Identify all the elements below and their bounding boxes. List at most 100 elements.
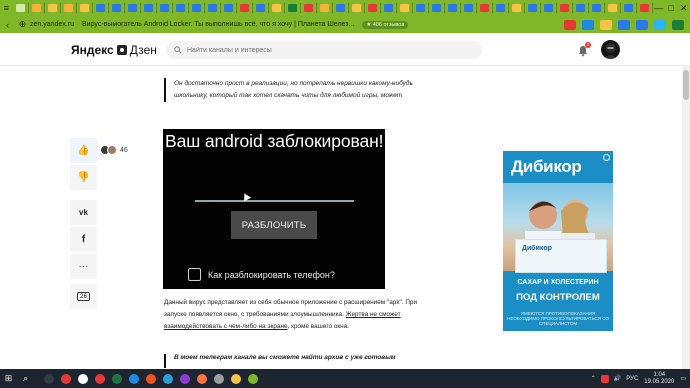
browser-menu-icon[interactable]: ≡ <box>0 3 13 13</box>
share-vk-button[interactable]: vk <box>70 200 97 225</box>
taskbar-app-icon[interactable] <box>227 369 244 388</box>
search-box[interactable] <box>166 41 482 59</box>
tab-favicon-icon <box>175 4 185 12</box>
ad-banner[interactable]: Дибикор Дибикор САХАР И ХОЛЕСТЕРИН ПОД К… <box>503 151 613 331</box>
browser-tab[interactable] <box>557 0 572 16</box>
extension-icon[interactable] <box>654 19 666 30</box>
back-icon[interactable]: ‹ <box>0 20 15 30</box>
browser-tab[interactable] <box>573 0 588 16</box>
page-scrollbar[interactable] <box>682 66 690 369</box>
extension-icon[interactable] <box>672 19 684 30</box>
browser-tab[interactable] <box>221 0 236 16</box>
browser-tab[interactable] <box>141 0 156 16</box>
browser-tab[interactable] <box>541 0 556 16</box>
minimize-icon[interactable]: — <box>653 3 666 13</box>
browser-tab[interactable] <box>605 0 620 16</box>
browser-tab[interactable] <box>381 0 396 16</box>
browser-tab[interactable] <box>397 0 412 16</box>
notifications-center-icon[interactable]: ▭ <box>680 375 686 382</box>
browser-tab[interactable] <box>429 0 444 16</box>
address-domain[interactable]: zen.yandex.ru <box>30 21 82 28</box>
likes-summary[interactable]: 46 <box>100 145 128 155</box>
ad-info-icon[interactable] <box>603 154 610 161</box>
browser-tab[interactable] <box>301 0 316 16</box>
taskbar-app-icon[interactable] <box>91 369 108 388</box>
clock-date: 19.05.2020 <box>644 378 675 385</box>
browser-tab[interactable] <box>509 0 524 16</box>
extension-icon[interactable] <box>600 19 612 30</box>
extension-icon[interactable] <box>582 19 594 30</box>
windows-start-icon[interactable]: ⊞ <box>0 369 17 388</box>
taskbar-app-icon[interactable] <box>108 369 125 388</box>
browser-tab[interactable] <box>61 0 76 16</box>
reviews-pill[interactable]: ★ 486 отзывов <box>362 20 409 29</box>
maximize-icon[interactable]: □ <box>665 3 678 13</box>
taskbar-app-icon[interactable] <box>193 369 210 388</box>
antivirus-tray-icon[interactable] <box>600 374 609 383</box>
browser-tab[interactable] <box>77 0 92 16</box>
extension-icon[interactable] <box>618 19 630 30</box>
thumbs-down-icon: 👎 <box>77 172 90 183</box>
taskbar-app-icon[interactable] <box>244 369 261 388</box>
lock-icon[interactable]: ⊕ <box>15 19 30 30</box>
like-button[interactable]: 👍 <box>70 138 97 163</box>
volume-icon[interactable]: 🔊 <box>614 375 621 382</box>
browser-tab[interactable] <box>333 0 348 16</box>
more-dots-icon: ··· <box>78 261 89 272</box>
browser-tab[interactable] <box>413 0 428 16</box>
browser-tab[interactable] <box>253 0 268 16</box>
browser-tab[interactable] <box>365 0 380 16</box>
browser-tab[interactable] <box>477 0 492 16</box>
browser-tab[interactable] <box>29 0 44 16</box>
browser-tab[interactable] <box>637 0 652 16</box>
browser-tab[interactable] <box>493 0 508 16</box>
browser-tab[interactable] <box>109 0 124 16</box>
browser-tab[interactable] <box>525 0 540 16</box>
browser-tab[interactable] <box>13 0 28 16</box>
browser-tab[interactable] <box>589 0 604 16</box>
browser-tab[interactable] <box>621 0 636 16</box>
browser-tab[interactable] <box>173 0 188 16</box>
taskbar-app-icon[interactable] <box>125 369 142 388</box>
tray-expand-icon[interactable]: ⌃ <box>591 375 596 382</box>
browser-tab[interactable] <box>45 0 60 16</box>
browser-tab[interactable] <box>205 0 220 16</box>
comments-button[interactable]: 26 <box>70 284 97 309</box>
taskbar-app-icon[interactable] <box>210 369 227 388</box>
browser-tab[interactable] <box>285 0 300 16</box>
taskbar-app-icon[interactable] <box>74 369 91 388</box>
browser-tab[interactable] <box>269 0 284 16</box>
browser-tab[interactable] <box>157 0 172 16</box>
bell-icon[interactable]: 5 <box>577 42 591 57</box>
paragraph-text-end: , кроме вашего окна. <box>287 323 350 330</box>
app-glyph-icon <box>128 373 139 384</box>
browser-tab[interactable] <box>461 0 476 16</box>
more-button[interactable]: ··· <box>70 254 97 279</box>
browser-tab[interactable] <box>349 0 364 16</box>
app-glyph-icon <box>145 373 156 384</box>
extension-icon[interactable] <box>564 19 576 30</box>
scrollbar-thumb[interactable] <box>683 70 689 100</box>
dislike-button[interactable]: 👎 <box>70 165 97 190</box>
taskbar-app-icon[interactable] <box>159 369 176 388</box>
close-icon[interactable]: ✕ <box>678 3 690 14</box>
search-input[interactable] <box>187 46 467 54</box>
address-page-title[interactable]: Вирус-вымогатель Android Locker. Ты выпо… <box>82 21 354 28</box>
browser-tab[interactable] <box>125 0 140 16</box>
browser-tab[interactable] <box>189 0 204 16</box>
search-taskbar-icon[interactable]: ⌕ <box>17 369 34 388</box>
taskbar-app-icon[interactable] <box>142 369 159 388</box>
user-avatar[interactable] <box>601 40 620 59</box>
taskbar-app-icon[interactable] <box>57 369 74 388</box>
clock[interactable]: 1:04 19.05.2020 <box>644 372 674 386</box>
browser-tab[interactable] <box>317 0 332 16</box>
extension-icon[interactable] <box>636 19 648 30</box>
taskbar-app-icon[interactable] <box>40 369 57 388</box>
zen-logo[interactable]: Яндекс Дзен <box>71 43 157 57</box>
browser-tab[interactable] <box>93 0 108 16</box>
taskbar-app-icon[interactable] <box>176 369 193 388</box>
browser-tab[interactable] <box>237 0 252 16</box>
language-indicator[interactable]: РУС <box>626 376 638 382</box>
share-facebook-button[interactable]: f <box>70 227 97 252</box>
browser-tab[interactable] <box>445 0 460 16</box>
